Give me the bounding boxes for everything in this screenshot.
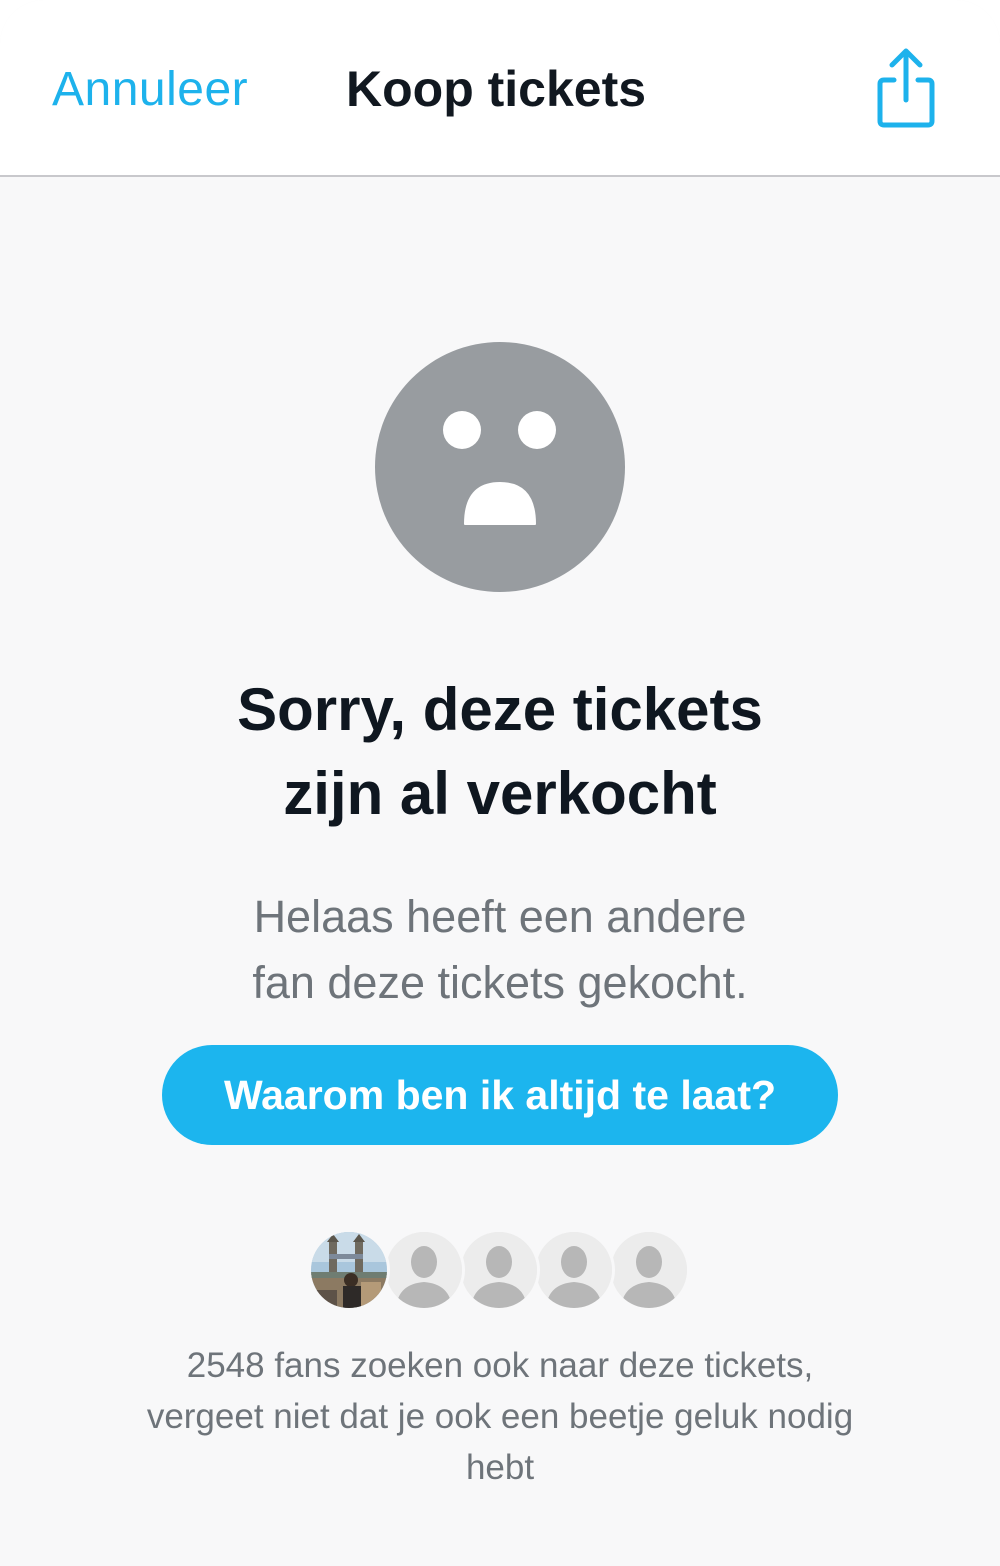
headline-line: Sorry, deze tickets bbox=[237, 676, 763, 743]
headline-line: zijn al verkocht bbox=[283, 760, 717, 827]
fans-text-line: vergeet niet dat je ook een beetje geluk… bbox=[146, 1397, 854, 1436]
sold-out-message: Helaas heeft een andere fan deze tickets… bbox=[120, 884, 880, 1016]
sad-face-icon bbox=[375, 342, 625, 592]
why-late-button[interactable]: Waarom ben ik altijd te laat? bbox=[162, 1045, 838, 1145]
cancel-button[interactable]: Annuleer bbox=[52, 60, 248, 120]
share-button[interactable] bbox=[870, 44, 942, 134]
message-line: Helaas heeft een andere bbox=[253, 891, 747, 942]
page-title: Koop tickets bbox=[346, 61, 647, 117]
placeholder-avatar bbox=[386, 1232, 462, 1308]
fans-text-line: 2548 fans zoeken ook naar deze tickets, bbox=[186, 1346, 814, 1385]
app-screen: Annuleer Koop tickets Sorry, deze ticket… bbox=[0, 0, 1000, 1566]
placeholder-avatar bbox=[461, 1232, 537, 1308]
fans-text-line: hebt bbox=[465, 1448, 535, 1487]
photo-avatar bbox=[311, 1232, 387, 1308]
placeholder-avatar bbox=[536, 1232, 612, 1308]
fan-avatars bbox=[311, 1232, 691, 1312]
sold-out-headline: Sorry, deze tickets zijn al verkocht bbox=[100, 668, 900, 836]
message-line: fan deze tickets gekocht. bbox=[252, 957, 748, 1008]
placeholder-avatar bbox=[611, 1232, 687, 1308]
navigation-bar: Annuleer Koop tickets bbox=[0, 0, 1000, 177]
fans-searching-text: 2548 fans zoeken ook naar deze tickets, … bbox=[60, 1340, 940, 1493]
share-icon bbox=[877, 48, 935, 128]
